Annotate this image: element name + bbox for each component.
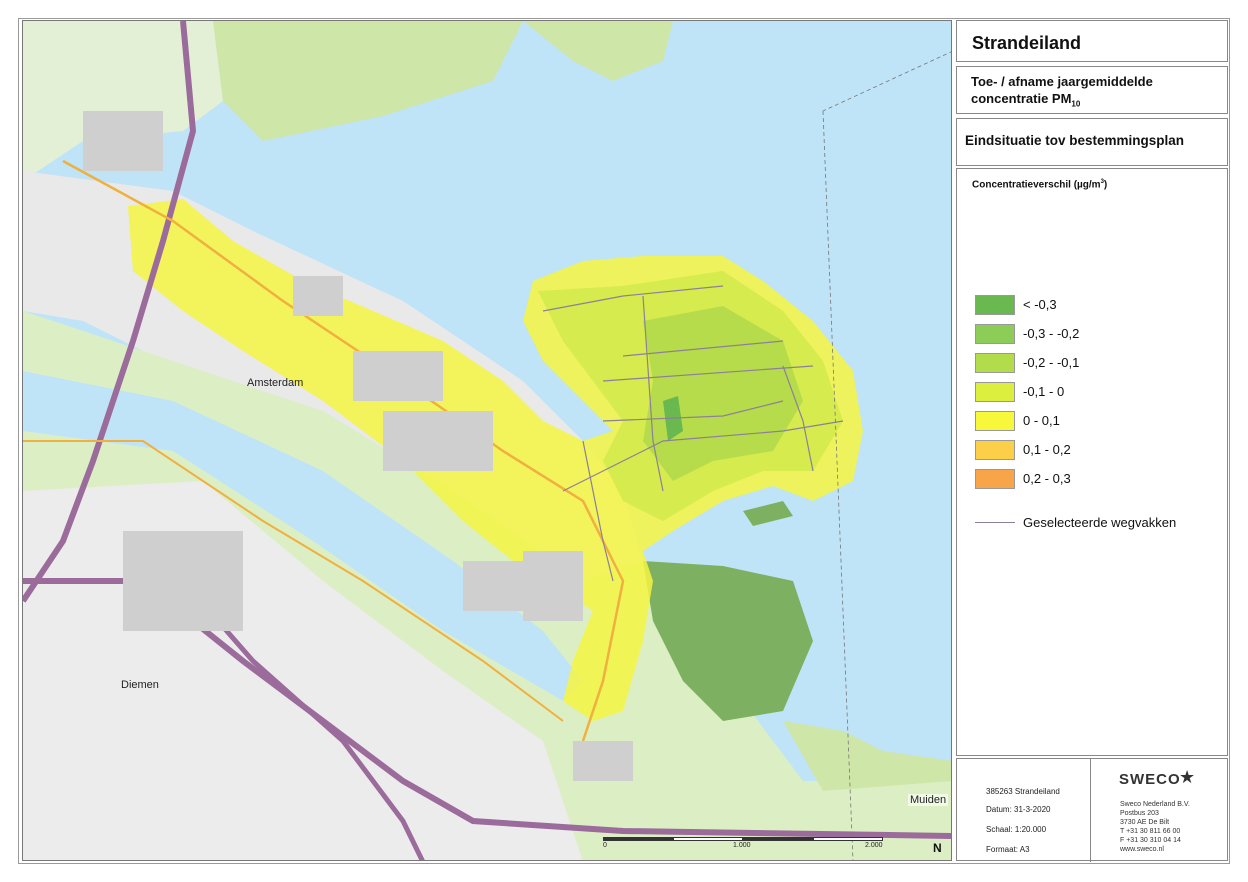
map-frame[interactable]: Amsterdam Diemen Muiden N 0 1.000 2.000 xyxy=(22,20,952,861)
municipal-border-2 xyxy=(822,51,951,112)
scale-label-1000: 1.000 xyxy=(733,842,751,849)
land-lower-east xyxy=(783,721,951,791)
address-line: www.sweco.nl xyxy=(1120,846,1164,853)
legend-title-main: Concentratieverschil (µg/m xyxy=(972,179,1101,191)
legend-swatch xyxy=(975,295,1015,315)
legend-swatch xyxy=(975,382,1015,402)
legend-title-end: ) xyxy=(1103,179,1108,191)
legend-label: < -0,3 xyxy=(1023,297,1057,312)
address-line: Postbus 203 xyxy=(1120,810,1159,817)
scale-segment xyxy=(743,837,813,841)
legend-label: -0,2 - -0,1 xyxy=(1023,355,1080,370)
subtitle-line1: Toe- / afname jaargemiddelde xyxy=(971,74,1153,89)
land-north xyxy=(213,21,523,141)
address-line: T +31 30 811 66 00 xyxy=(1120,828,1181,835)
map-canvas xyxy=(23,21,951,860)
legend-label: -0,3 - -0,2 xyxy=(1023,326,1080,341)
subtitle-line2: concentratie PM xyxy=(971,91,1072,106)
project-info: 385263 Strandeiland Datum: 31-3-2020 Sch… xyxy=(957,759,1091,862)
address-line: Sweco Nederland B.V. xyxy=(1120,801,1190,808)
legend-swatch xyxy=(975,353,1015,373)
scale-segment xyxy=(673,837,743,841)
label-amsterdam: Amsterdam xyxy=(247,377,304,389)
sweco-figure-icon: ★ xyxy=(1179,767,1196,787)
sweco-logo: SWECO xyxy=(1119,771,1181,788)
title-box: Strandeiland xyxy=(956,20,1228,62)
land-north-east xyxy=(523,21,673,81)
island-small xyxy=(743,501,793,526)
legend-swatch xyxy=(975,411,1015,431)
project-number: 385263 Strandeiland xyxy=(986,787,1060,796)
subtitle-box: Toe- / afname jaargemiddelde concentrati… xyxy=(956,66,1228,114)
situation-text: Eindsituatie tov bestemmingsplan xyxy=(965,133,1185,148)
legend-label: -0,1 - 0 xyxy=(1023,384,1065,399)
info-box: 385263 Strandeiland Datum: 31-3-2020 Sch… xyxy=(956,758,1228,862)
subtitle-subscript: 10 xyxy=(1071,99,1081,109)
legend-swatch xyxy=(975,324,1015,344)
page-title: Strandeiland xyxy=(972,33,1082,53)
legend-line-swatch xyxy=(975,522,1015,523)
scale-bar: 0 1.000 2.000 xyxy=(603,834,893,849)
label-diemen: Diemen xyxy=(121,679,159,691)
legend-swatch xyxy=(975,440,1015,460)
project-scale: Schaal: 1:20.000 xyxy=(986,825,1047,834)
legend-box: Concentratieverschil (µg/m3) < -0,3 -0,3 … xyxy=(956,168,1228,756)
legend-label: 0,2 - 0,3 xyxy=(1023,471,1071,486)
scale-segment xyxy=(813,837,883,841)
legend-swatch xyxy=(975,469,1015,489)
project-format: Formaat: A3 xyxy=(986,845,1030,854)
subtitle: Toe- / afname jaargemiddelde concentrati… xyxy=(971,73,1153,113)
legend-label: 0 - 0,1 xyxy=(1023,413,1060,428)
situation-box: Eindsituatie tov bestemmingsplan xyxy=(956,118,1228,166)
scale-segment xyxy=(603,837,673,841)
legend-label: 0,1 - 0,2 xyxy=(1023,442,1071,457)
scale-label-0: 0 xyxy=(603,842,607,849)
side-panel: Strandeiland Toe- / afname jaargemiddeld… xyxy=(956,20,1228,862)
legend-title: Concentratieverschil (µg/m3) xyxy=(972,179,1107,190)
legend-label: Geselecteerde wegvakken xyxy=(1023,515,1177,530)
label-muiden: Muiden xyxy=(908,794,949,806)
scale-label-2000: 2.000 xyxy=(865,842,883,849)
project-date: Datum: 31-3-2020 xyxy=(986,805,1051,814)
address-line: F +31 30 310 04 14 xyxy=(1120,837,1181,844)
address-line: 3730 AE De Bilt xyxy=(1120,819,1170,826)
north-arrow-icon: N xyxy=(933,841,942,855)
